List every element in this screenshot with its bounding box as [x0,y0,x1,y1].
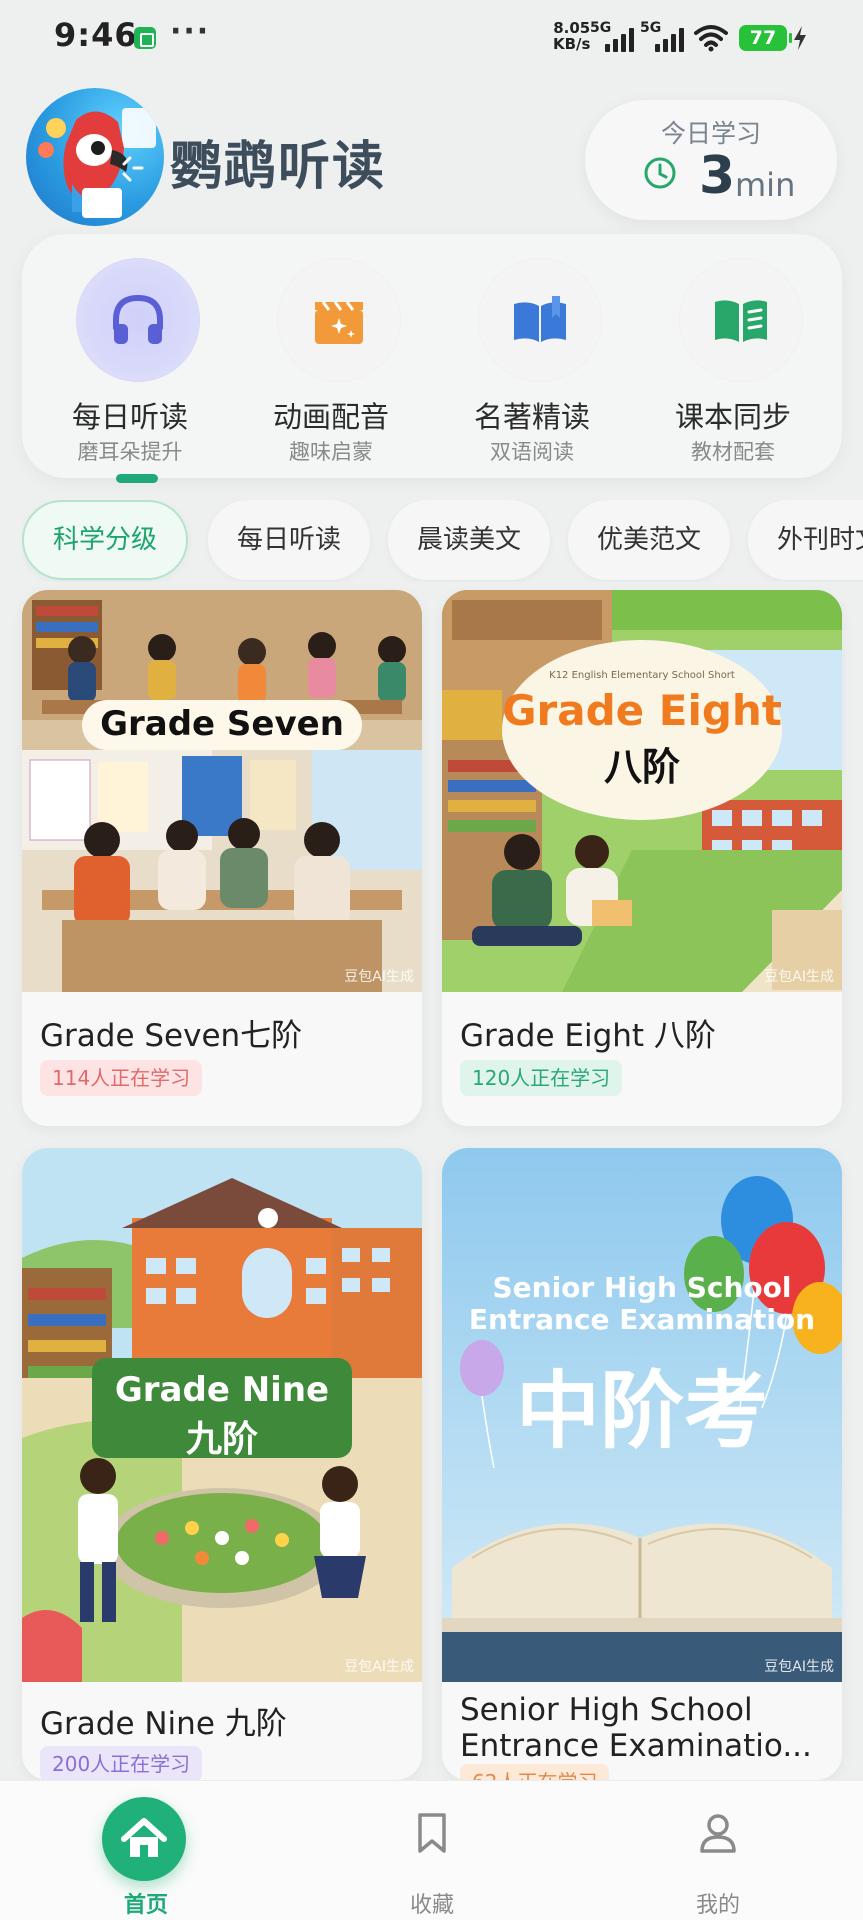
ai-watermark: 豆包AI生成 [764,969,834,985]
tab-foreign-articles[interactable]: 外刊时文 [748,500,863,580]
learners-badge: 114人正在学习 [40,1060,203,1096]
quick-nav-textbook-sync[interactable]: 课本同步 教材配套 [633,246,833,466]
quick-nav-icon-bg [76,258,200,382]
learners-badge: 120人正在学习 [460,1060,623,1096]
today-study-unit: min [735,166,796,204]
clapperboard-icon [315,301,363,344]
signal-icon-2: 5G [640,20,684,52]
home-icon [121,1818,167,1857]
cover-title: Senior High School Entrance Examination [468,1271,816,1336]
cover-caption: K12 English Elementary School Short [549,670,735,681]
course-card-grade-seven[interactable]: Grade Seven 豆包AI生成 Grade Seven七阶 114人正在学… [22,590,422,1126]
bottom-nav-label: 收藏 [409,1893,454,1918]
tab-model-essays[interactable]: 优美范文 [568,500,730,580]
category-tabs: 科学分级 每日听读 晨读美文 优美范文 外刊时文 [22,500,863,582]
battery-indicator: 77 [739,25,792,51]
quick-nav-subtitle: 磨耳朵提升 [77,440,183,464]
quick-nav-title: 每日听读 [71,400,188,434]
network-speed-value: 8.05 [553,19,591,37]
cover-title: Grade Eight [502,686,782,735]
bottom-nav-label: 我的 [695,1893,740,1918]
open-book-icon [514,296,566,342]
tab-graded[interactable]: 科学分级 [22,500,188,580]
course-title: Grade Nine 九阶 [40,1706,287,1742]
course-cover-image: Grade Seven 豆包AI生成 [22,590,422,992]
classroom-illustration [22,590,422,992]
campus-illustration [442,590,842,992]
home-button-bg [102,1797,186,1881]
course-card-grade-nine[interactable]: Grade Nine 九阶 豆包AI生成 Grade Nine 九阶 200人正… [22,1148,422,1780]
wifi-icon [694,25,728,52]
tab-daily-listening[interactable]: 每日听读 [208,500,370,580]
course-title: Grade Eight 八阶 [460,1018,716,1054]
quick-nav-daily-listening[interactable]: 每日听读 磨耳朵提升 [30,246,230,483]
network-speed-unit: KB/s [553,35,591,53]
quick-nav-icon-bg [478,258,602,382]
course-card-senior-high-entrance[interactable]: Senior High School Entrance Examination … [442,1148,842,1780]
notification-app-icon [134,27,156,49]
learners-badge: 200人正在学习 [40,1746,203,1780]
tab-morning-reading[interactable]: 晨读美文 [388,500,550,580]
ai-watermark: 豆包AI生成 [344,1659,414,1675]
bottom-nav-profile[interactable]: 我的 [618,1781,818,1920]
app-title: 鹦鹉听读 [170,137,387,197]
status-time: 9:46 [54,16,138,54]
course-card-grade-eight[interactable]: K12 English Elementary School Short Grad… [442,590,842,1126]
ai-watermark: 豆包AI生成 [764,1659,834,1675]
bottom-nav: 首页 收藏 我的 [0,1780,863,1920]
ai-watermark: 豆包AI生成 [344,969,414,985]
today-study-value: 3 [699,146,736,206]
course-cover-image: Senior High School Entrance Examination … [442,1148,842,1682]
headphones-icon [113,294,163,344]
quick-nav-subtitle: 双语阅读 [490,440,574,464]
cover-title: Grade Nine [114,1370,330,1410]
quick-nav-classics-reading[interactable]: 名著精读 双语阅读 [432,246,632,466]
course-cover-image: K12 English Elementary School Short Grad… [442,590,842,992]
signal-icon: 5G [590,20,634,52]
textbook-icon [715,300,767,342]
profile-icon [700,1814,736,1853]
quick-nav-title: 名著精读 [473,400,590,434]
quick-nav-icon-bg [277,258,401,382]
parrot-logo-icon [38,108,156,218]
cover-subtitle: 八阶 [603,745,680,789]
quick-nav-subtitle: 教材配套 [691,440,775,464]
course-title: Grade Seven七阶 [40,1018,303,1054]
bookmark-icon [418,1813,446,1853]
bottom-nav-home[interactable]: 首页 [46,1781,246,1920]
course-cover-image: Grade Nine 九阶 豆包AI生成 [22,1148,422,1682]
active-indicator [116,474,158,483]
cover-subtitle: 中阶考 [515,1362,768,1460]
learners-badge: 62人正在学习 [460,1764,610,1780]
cover-subtitle: 九阶 [185,1419,258,1460]
bottom-nav-favorites[interactable]: 收藏 [332,1781,532,1920]
more-notifications-icon: ··· [170,14,211,49]
course-title: Senior High School Entrance Examinatio..… [460,1692,812,1764]
app-logo [26,88,164,226]
cover-title: Grade Seven [100,704,344,744]
clock-icon [644,157,676,189]
today-study-card[interactable]: 今日学习 3 min [585,100,837,220]
quick-nav-title: 动画配音 [272,400,389,434]
status-bar: 9:46 ··· 8.05 KB/s 5G 5G 77 [0,0,863,78]
charging-icon [794,26,806,50]
quick-nav: 每日听读 磨耳朵提升 动画配音 趣味启蒙 名著精读 双语阅读 课本同步 教材配套 [22,234,842,483]
quick-nav-animation-dubbing[interactable]: 动画配音 趣味启蒙 [231,246,431,466]
quick-nav-subtitle: 趣味启蒙 [289,440,373,464]
network-speed: 8.05 KB/s [553,20,590,52]
today-study-label: 今日学习 [660,119,761,148]
quick-nav-icon-bg [679,258,803,382]
quick-nav-title: 课本同步 [674,400,791,434]
bottom-nav-label: 首页 [123,1893,168,1918]
